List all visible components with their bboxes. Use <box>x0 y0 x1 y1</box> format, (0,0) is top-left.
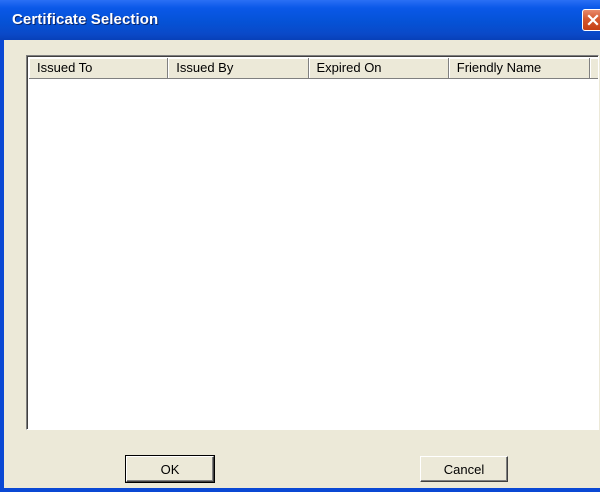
certificate-list[interactable]: Issued To Issued By Expired On Friendly … <box>26 55 599 430</box>
close-button[interactable] <box>582 9 600 31</box>
ok-button[interactable]: OK <box>125 455 215 483</box>
list-header: Issued To Issued By Expired On Friendly … <box>29 58 598 79</box>
column-header-expired-on[interactable]: Expired On <box>308 58 449 79</box>
column-header-issued-by[interactable]: Issued By <box>168 58 309 79</box>
certificate-selection-dialog: Certificate Selection Issued To Issued B… <box>0 0 600 492</box>
title-bar[interactable]: Certificate Selection <box>0 0 600 40</box>
column-header-issued-to[interactable]: Issued To <box>29 58 169 79</box>
cancel-button[interactable]: Cancel <box>420 456 508 482</box>
dialog-title: Certificate Selection <box>12 11 159 28</box>
column-header-friendly-name[interactable]: Friendly Name <box>448 58 590 79</box>
column-header-filler <box>590 58 598 79</box>
close-icon <box>587 14 599 26</box>
